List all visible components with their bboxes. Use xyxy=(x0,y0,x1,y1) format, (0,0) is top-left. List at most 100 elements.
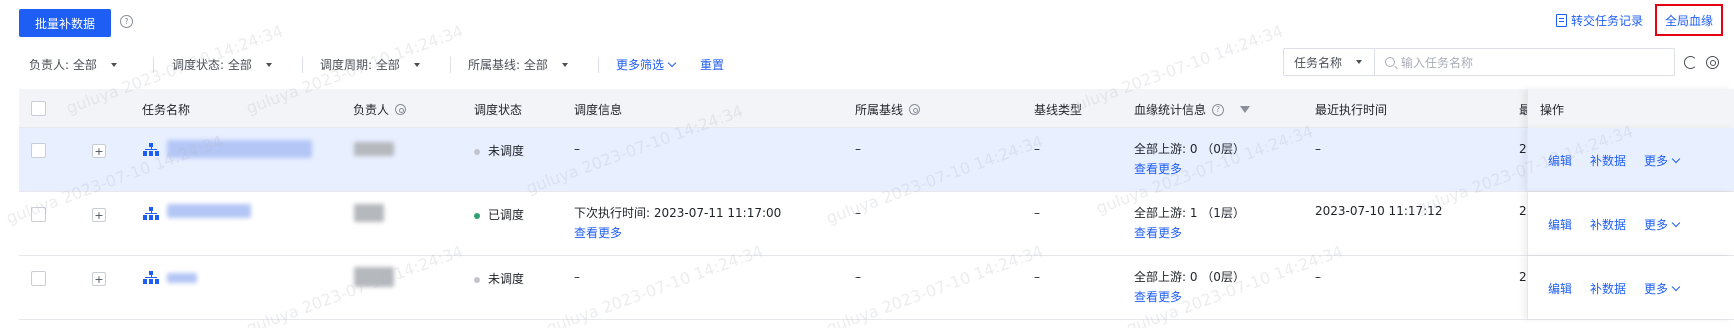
schedule-status-filter[interactable]: 调度状态: 全部 xyxy=(172,56,272,73)
last-run-cell: – xyxy=(1315,142,1321,156)
lineage-summary: 全部上游: 0 （0层） xyxy=(1134,270,1245,284)
edit-link[interactable]: 编辑 xyxy=(1548,280,1572,297)
caret-down-icon xyxy=(561,62,568,67)
owner-redacted xyxy=(354,204,384,222)
filter-funnel-icon[interactable] xyxy=(1240,106,1251,113)
baseline-filter-label: 所属基线: 全部 xyxy=(468,58,548,72)
expand-row-button[interactable]: + xyxy=(92,272,106,286)
status-cell: 未调度 xyxy=(474,270,524,287)
more-menu[interactable]: 更多 xyxy=(1644,280,1681,297)
more-label: 更多 xyxy=(1644,218,1669,232)
status-label: 未调度 xyxy=(488,144,525,158)
help-icon[interactable]: ? xyxy=(1212,103,1225,116)
ops-header: 操作 xyxy=(1527,89,1734,128)
search-type-select[interactable]: 任务名称 xyxy=(1283,48,1375,76)
baseline-cell: – xyxy=(855,142,861,156)
more-label: 更多 xyxy=(1644,154,1669,168)
status-dot xyxy=(474,276,480,283)
backfill-link[interactable]: 补数据 xyxy=(1590,216,1626,233)
task-tree-icon xyxy=(143,143,159,157)
task-name-redacted[interactable] xyxy=(167,204,251,218)
status-label: 已调度 xyxy=(488,208,525,222)
task-name-redacted[interactable] xyxy=(167,140,312,158)
cut-column-cell: 2 xyxy=(1519,204,1527,218)
more-filters-label: 更多筛选 xyxy=(616,58,665,72)
caret-down-icon xyxy=(265,62,272,67)
header-lineage: 血缘统计信息 ? xyxy=(1134,101,1251,118)
global-lineage-link[interactable]: 全局血缘 xyxy=(1655,4,1723,36)
status-label: 未调度 xyxy=(488,272,525,286)
lineage-more-link[interactable]: 查看更多 xyxy=(1134,288,1182,305)
header-owner-label: 负责人 xyxy=(353,103,390,117)
search-placeholder: 输入任务名称 xyxy=(1401,55,1474,70)
cut-column-cell: 2 xyxy=(1519,142,1527,156)
column-settings-icon[interactable] xyxy=(395,104,407,115)
status-dot xyxy=(474,148,480,155)
lineage-more-link[interactable]: 查看更多 xyxy=(1134,160,1182,177)
baseline-type-cell: – xyxy=(1034,206,1040,220)
ops-cell: 编辑 补数据 更多 xyxy=(1527,256,1734,319)
header-baseline-label: 所属基线 xyxy=(855,103,904,117)
status-cell: 已调度 xyxy=(474,206,524,223)
more-filters-button[interactable]: 更多筛选 xyxy=(616,56,677,73)
schedule-cycle-filter-label: 调度周期: 全部 xyxy=(320,58,400,72)
chevron-down-icon xyxy=(1671,154,1681,163)
row-checkbox[interactable] xyxy=(31,207,46,222)
header-task-name: 任务名称 xyxy=(142,103,191,117)
owner-filter-label: 负责人: 全部 xyxy=(29,58,97,72)
more-menu[interactable]: 更多 xyxy=(1644,216,1681,233)
task-tree-icon xyxy=(143,207,159,221)
schedule-status-filter-label: 调度状态: 全部 xyxy=(172,58,252,72)
table-header: 任务名称 负责人 调度状态 调度信息 所属基线 基线类型 血缘统计信息 ? 最近… xyxy=(19,89,1734,128)
more-menu[interactable]: 更多 xyxy=(1644,152,1681,169)
lineage-more-link[interactable]: 查看更多 xyxy=(1134,224,1182,241)
baseline-cell: – xyxy=(855,270,861,284)
owner-filter[interactable]: 负责人: 全部 xyxy=(29,56,117,73)
header-owner: 负责人 xyxy=(353,101,407,118)
batch-backfill-button[interactable]: 批量补数据 xyxy=(19,9,111,37)
chevron-down-icon xyxy=(1671,218,1681,227)
column-settings-icon[interactable] xyxy=(909,104,921,115)
row-checkbox[interactable] xyxy=(31,143,46,158)
schedule-cycle-filter[interactable]: 调度周期: 全部 xyxy=(320,56,420,73)
schedule-info: 下次执行时间: 2023-07-11 11:17:00 xyxy=(574,206,782,220)
schedule-more-link[interactable]: 查看更多 xyxy=(574,224,622,241)
task-name-redacted[interactable] xyxy=(167,273,197,283)
global-lineage-label: 全局血缘 xyxy=(1664,13,1713,28)
expand-row-button[interactable]: + xyxy=(92,144,106,158)
select-all-checkbox[interactable] xyxy=(31,101,46,116)
backfill-link[interactable]: 补数据 xyxy=(1590,152,1626,169)
divider xyxy=(450,57,451,73)
baseline-filter[interactable]: 所属基线: 全部 xyxy=(468,56,568,73)
table-row: + 未调度 – – – 全部上游: 0 （0层） 查看更多 – 2 编辑 补数据… xyxy=(19,256,1734,320)
refresh-icon[interactable] xyxy=(1684,56,1697,69)
table-row: + 已调度 下次执行时间: 2023-07-11 11:17:00 查看更多 –… xyxy=(19,192,1734,256)
baseline-type-cell: – xyxy=(1034,142,1040,156)
help-icon[interactable]: ? xyxy=(120,15,133,28)
status-dot xyxy=(474,212,480,219)
header-ops: 操作 xyxy=(1540,103,1565,117)
lineage-summary: 全部上游: 1 （1层） xyxy=(1134,206,1245,220)
ops-cell: 编辑 补数据 更多 xyxy=(1527,192,1734,255)
header-baseline-type: 基线类型 xyxy=(1034,103,1083,117)
more-label: 更多 xyxy=(1644,282,1669,296)
cut-column-cell: 2 xyxy=(1519,270,1527,284)
transfer-log-label: 转交任务记录 xyxy=(1571,14,1644,28)
baseline-cell: – xyxy=(855,206,861,220)
caret-down-icon xyxy=(413,62,420,67)
backfill-link[interactable]: 补数据 xyxy=(1590,280,1626,297)
divider xyxy=(302,57,303,73)
header-schedule-info: 调度信息 xyxy=(574,103,623,117)
status-cell: 未调度 xyxy=(474,142,524,159)
owner-redacted xyxy=(354,267,394,287)
settings-gear-icon[interactable] xyxy=(1706,56,1719,69)
header-baseline: 所属基线 xyxy=(855,101,921,118)
edit-link[interactable]: 编辑 xyxy=(1548,216,1572,233)
transfer-log-link[interactable]: 转交任务记录 xyxy=(1556,12,1643,29)
schedule-info: – xyxy=(574,142,580,156)
expand-row-button[interactable]: + xyxy=(92,208,106,222)
edit-link[interactable]: 编辑 xyxy=(1548,152,1572,169)
reset-button[interactable]: 重置 xyxy=(700,56,724,73)
search-input[interactable]: 输入任务名称 xyxy=(1375,48,1675,76)
row-checkbox[interactable] xyxy=(31,271,46,286)
